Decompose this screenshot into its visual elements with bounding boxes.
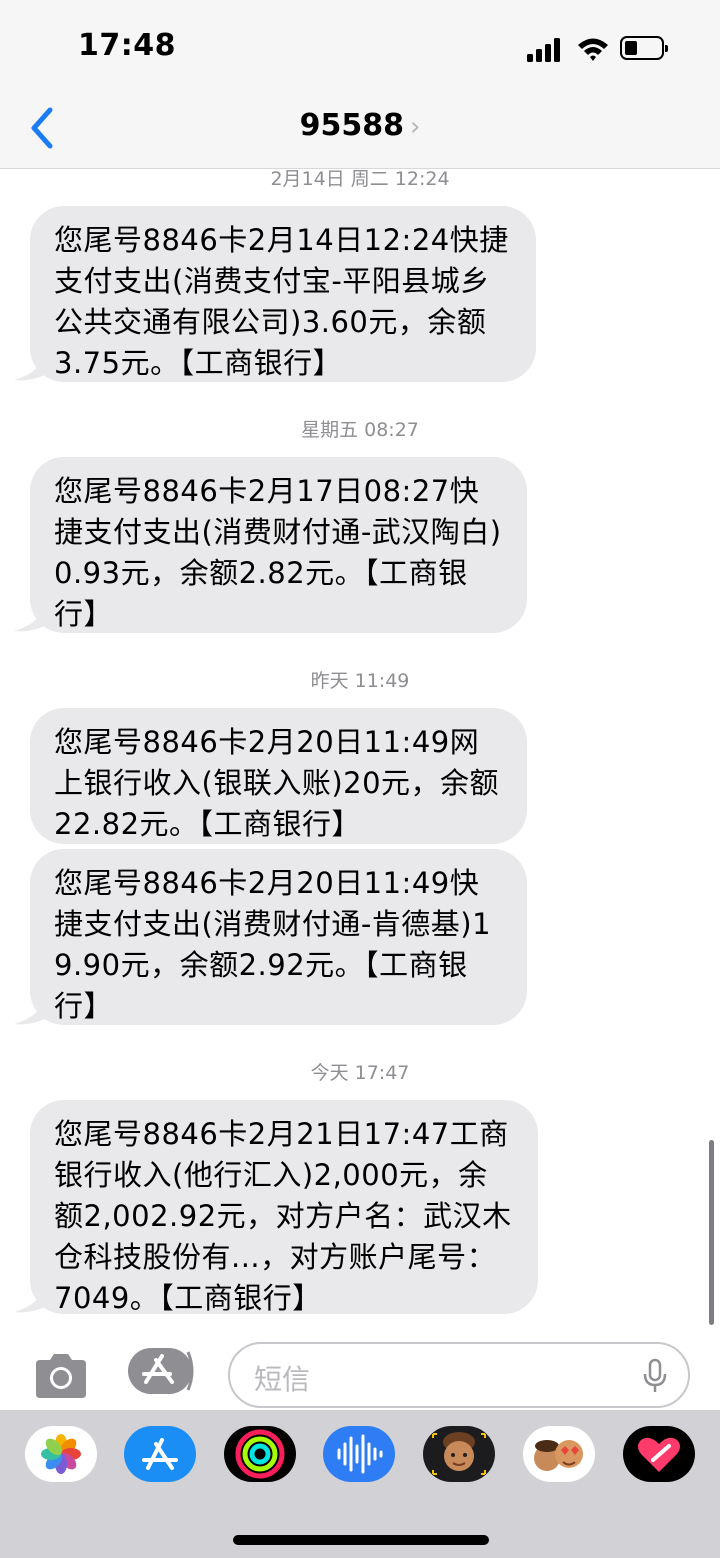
scroll-indicator[interactable] bbox=[709, 1140, 714, 1325]
memoji-icon[interactable] bbox=[423, 1426, 495, 1482]
message-timestamp: 今天 17:47 bbox=[310, 1062, 410, 1084]
home-indicator[interactable] bbox=[233, 1535, 489, 1545]
status-bar: 17:48 bbox=[0, 0, 720, 90]
chevron-right-icon[interactable]: › bbox=[410, 112, 420, 142]
message-timestamp: 星期五 08:27 bbox=[301, 419, 419, 441]
contact-number[interactable]: 95588 bbox=[300, 108, 404, 143]
cellular-signal-icon bbox=[527, 38, 560, 62]
battery-icon bbox=[620, 36, 668, 60]
message-input[interactable]: 短信 bbox=[228, 1342, 690, 1408]
message-bubble[interactable]: 您尾号8846卡2月20日11:49网上银行收入(银联入账)20元，余额22.8… bbox=[30, 708, 527, 844]
app-store-icon[interactable] bbox=[124, 1426, 196, 1482]
camera-icon[interactable] bbox=[32, 1352, 90, 1400]
photos-icon[interactable] bbox=[25, 1426, 97, 1482]
audio-message-icon[interactable] bbox=[323, 1426, 395, 1482]
activity-icon[interactable] bbox=[224, 1426, 296, 1482]
digital-touch-icon[interactable] bbox=[623, 1426, 695, 1482]
wifi-icon bbox=[578, 38, 608, 61]
status-time: 17:48 bbox=[78, 28, 176, 63]
microphone-icon[interactable] bbox=[642, 1358, 668, 1394]
message-timestamp: 2月14日 周二 12:24 bbox=[270, 168, 450, 190]
message-bubble[interactable]: 您尾号8846卡2月21日17:47工商银行收入(他行汇入)2,000元，余额2… bbox=[30, 1100, 538, 1315]
message-composer: 短信 bbox=[0, 1330, 720, 1410]
navigation-bar: 95588 › bbox=[0, 90, 720, 169]
conversation-title[interactable]: 95588 › bbox=[0, 108, 720, 143]
message-input-placeholder: 短信 bbox=[254, 1363, 311, 1396]
memoji-stickers-icon[interactable] bbox=[523, 1426, 595, 1482]
message-bubble[interactable]: 您尾号8846卡2月20日11:49快捷支付支出(消费财付通-肯德基)19.90… bbox=[30, 849, 527, 1025]
message-bubble[interactable]: 您尾号8846卡2月17日08:27快捷支付支出(消费财付通-武汉陶白)0.93… bbox=[30, 457, 527, 633]
app-store-icon[interactable] bbox=[128, 1348, 196, 1398]
message-bubble[interactable]: 您尾号8846卡2月14日12:24快捷支付支出(消费支付宝-平阳县城乡公共交通… bbox=[30, 206, 536, 382]
message-timestamp: 昨天 11:49 bbox=[310, 670, 410, 692]
